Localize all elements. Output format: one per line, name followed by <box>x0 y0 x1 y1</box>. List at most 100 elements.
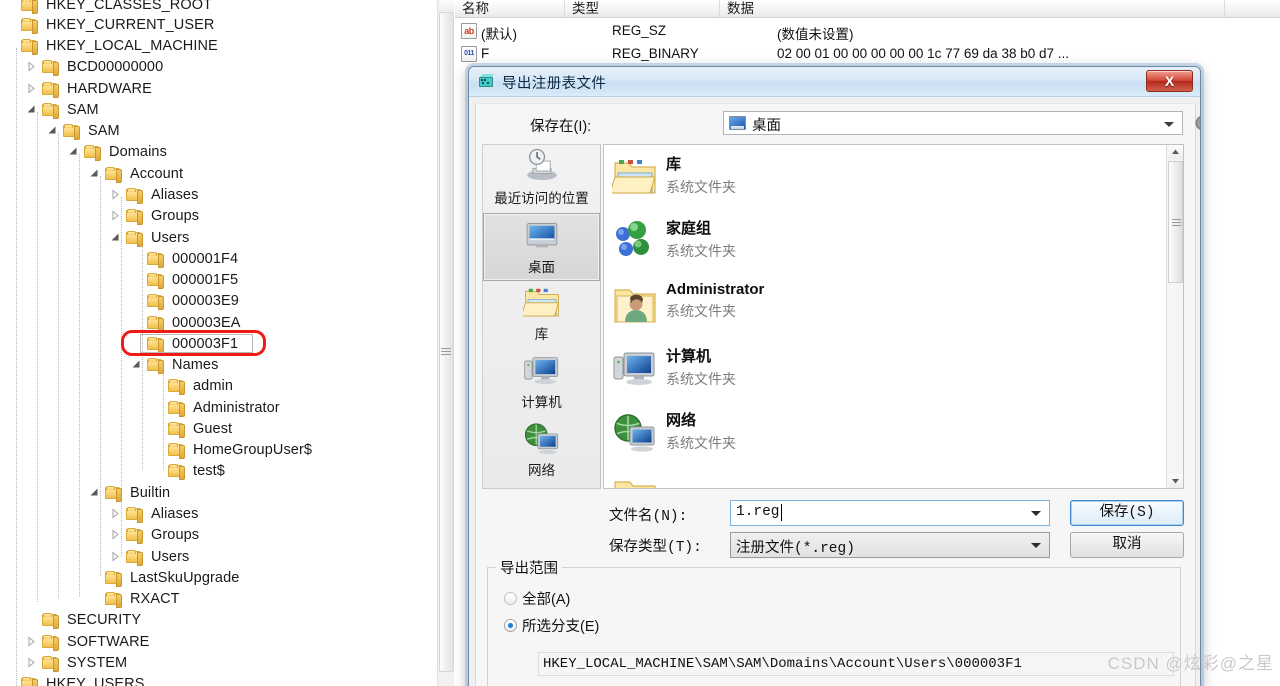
tree-item-software[interactable]: SOFTWARE <box>0 631 149 652</box>
close-icon[interactable]: X <box>1146 70 1193 92</box>
tree-item-homegroupuser-[interactable]: HomeGroupUser$ <box>0 439 312 460</box>
radio-icon[interactable] <box>504 592 517 605</box>
tree-item-system[interactable]: SYSTEM <box>0 652 127 673</box>
tree-item-hkey-current-user[interactable]: HKEY_CURRENT_USER <box>0 14 215 35</box>
scroll-down-arrow-icon[interactable] <box>1168 474 1183 488</box>
radio-icon[interactable] <box>504 619 517 632</box>
radio-export-all[interactable]: 全部(A) <box>504 588 570 609</box>
chevron-down-icon[interactable] <box>65 141 84 162</box>
filelist-scrollbar-thumb[interactable] <box>1168 161 1183 283</box>
chevron-right-icon[interactable] <box>23 78 42 99</box>
tree-item-label: Aliases <box>151 186 199 203</box>
back-icon[interactable] <box>1194 113 1200 133</box>
tree-item-domains[interactable]: Domains <box>0 141 167 162</box>
radio-export-branch[interactable]: 所选分支(E) <box>504 615 599 636</box>
tree-item-groups[interactable]: Groups <box>0 205 199 226</box>
chevron-down-icon[interactable] <box>128 354 147 375</box>
place-item-desktop[interactable]: 桌面 <box>483 213 600 281</box>
registry-tree-pane[interactable]: HKEY_CLASSES_ROOT HKEY_CURRENT_USER HKEY_L… <box>0 0 437 686</box>
filename-input[interactable]: 1.reg <box>730 500 1050 526</box>
tree-vertical-scrollbar[interactable] <box>437 0 454 686</box>
branch-path-input[interactable]: HKEY_LOCAL_MACHINE\SAM\SAM\Domains\Accou… <box>538 652 1174 676</box>
folder-icon <box>126 187 144 205</box>
chevron-right-icon[interactable] <box>107 184 126 205</box>
tree-item-rxact[interactable]: RXACT <box>0 588 180 609</box>
export-registry-dialog[interactable]: 导出注册表文件 X 保存在(I): 桌面 最近访问的位置 桌面 库 计算机 网络… <box>468 66 1201 686</box>
tree-item-administrator[interactable]: Administrator <box>0 397 280 418</box>
tree-item-000003ea[interactable]: 000003EA <box>0 312 241 333</box>
tree-item-builtin[interactable]: Builtin <box>0 482 170 503</box>
tree-item-000001f4[interactable]: 000001F4 <box>0 248 238 269</box>
column-header-data[interactable]: 数据 <box>720 0 1225 18</box>
list-item[interactable]: 库系统文件夹 <box>604 145 1183 209</box>
chevron-right-icon[interactable] <box>107 546 126 567</box>
tree-item-000003e9[interactable]: 000003E9 <box>0 290 239 311</box>
dialog-titlebar[interactable]: 导出注册表文件 X <box>469 67 1200 97</box>
place-item-recent-places[interactable]: 最近访问的位置 <box>483 145 600 213</box>
chevron-right-icon[interactable] <box>23 56 42 77</box>
folder-icon <box>126 549 144 567</box>
table-row[interactable]: ab (默认) REG_SZ (数值未设置) <box>455 21 1280 42</box>
filelist-vertical-scrollbar[interactable] <box>1166 145 1183 488</box>
tree-item-sam[interactable]: SAM <box>0 99 99 120</box>
list-item[interactable]: 网络 系统文件夹 <box>604 401 1183 465</box>
list-item[interactable]: 计算机 系统文件夹 <box>604 337 1183 401</box>
tree-item-label: Names <box>172 356 219 373</box>
list-item[interactable]: 家庭组 系统文件夹 <box>604 209 1183 273</box>
tree-item-test-[interactable]: test$ <box>0 460 225 481</box>
column-header-type[interactable]: 类型 <box>565 0 720 18</box>
places-bar[interactable]: 最近访问的位置 桌面库计算机 网络 <box>482 144 601 489</box>
chevron-down-icon[interactable] <box>107 227 126 248</box>
folder-icon <box>21 676 39 686</box>
tree-item-groups[interactable]: Groups <box>0 524 199 545</box>
list-item[interactable] <box>604 465 1183 488</box>
tree-item-users[interactable]: Users <box>0 227 189 248</box>
chevron-right-icon[interactable] <box>23 631 42 652</box>
scroll-up-arrow-icon[interactable] <box>439 0 454 11</box>
file-list[interactable]: 库系统文件夹 家庭组 系统文件夹 Administrator 系统文件夹 计算机 系统文件夹… <box>603 144 1184 489</box>
tree-scrollbar-thumb[interactable] <box>439 12 454 672</box>
filetype-combobox[interactable]: 注册文件(*.reg) <box>730 532 1050 558</box>
tree-item-label: SYSTEM <box>67 654 128 671</box>
tree-item-000001f5[interactable]: 000001F5 <box>0 269 238 290</box>
tree-item-admin[interactable]: admin <box>0 375 233 396</box>
chevron-down-icon[interactable] <box>44 120 63 141</box>
tree-item-users[interactable]: Users <box>0 546 189 567</box>
chevron-right-icon[interactable] <box>23 652 42 673</box>
cancel-button[interactable]: 取消 <box>1070 532 1184 558</box>
chevron-down-icon[interactable] <box>1031 543 1041 548</box>
table-row[interactable]: 011100 F REG_BINARY 02 00 01 00 00 00 00… <box>455 44 1280 65</box>
place-item-network[interactable]: 网络 <box>483 417 600 485</box>
tree-item-aliases[interactable]: Aliases <box>0 503 198 524</box>
tree-item-hkey-classes-root[interactable]: HKEY_CLASSES_ROOT <box>0 0 212 15</box>
chevron-down-icon[interactable] <box>86 163 105 184</box>
list-item[interactable]: Administrator 系统文件夹 <box>604 273 1183 337</box>
tree-item-bcd00000000[interactable]: BCD00000000 <box>0 56 163 77</box>
chevron-down-icon[interactable] <box>23 99 42 120</box>
tree-item-hkey-local-machine[interactable]: HKEY_LOCAL_MACHINE <box>0 35 218 56</box>
tree-item-names[interactable]: Names <box>0 354 218 375</box>
place-item-computer[interactable]: 计算机 <box>483 349 600 417</box>
column-header-name[interactable]: 名称 <box>455 0 565 18</box>
tree-item-sam[interactable]: SAM <box>0 120 120 141</box>
place-item-libraries[interactable]: 库 <box>483 281 600 349</box>
chevron-right-icon[interactable] <box>107 205 126 226</box>
chevron-right-icon[interactable] <box>107 524 126 545</box>
scroll-up-arrow-icon[interactable] <box>1168 145 1183 159</box>
chevron-down-icon[interactable] <box>1031 511 1041 516</box>
tree-item-guest[interactable]: Guest <box>0 418 232 439</box>
tree-item-lastskuupgrade[interactable]: LastSkuUpgrade <box>0 567 239 588</box>
tree-item-security[interactable]: SECURITY <box>0 609 141 630</box>
lookin-combobox[interactable]: 桌面 <box>723 111 1183 135</box>
tree-item-account[interactable]: Account <box>0 163 183 184</box>
chevron-right-icon[interactable] <box>107 503 126 524</box>
tree-item-hardware[interactable]: HARDWARE <box>0 78 152 99</box>
tree-item-hkey-users[interactable]: HKEY_USERS <box>0 673 145 686</box>
save-button[interactable]: 保存(S) <box>1070 500 1184 526</box>
file-name: 家庭组 <box>666 220 712 237</box>
tree-item-aliases[interactable]: Aliases <box>0 184 198 205</box>
tree-item-label: 000001F4 <box>172 250 239 267</box>
chevron-down-icon[interactable] <box>86 482 105 503</box>
chevron-down-icon[interactable] <box>1164 122 1174 127</box>
